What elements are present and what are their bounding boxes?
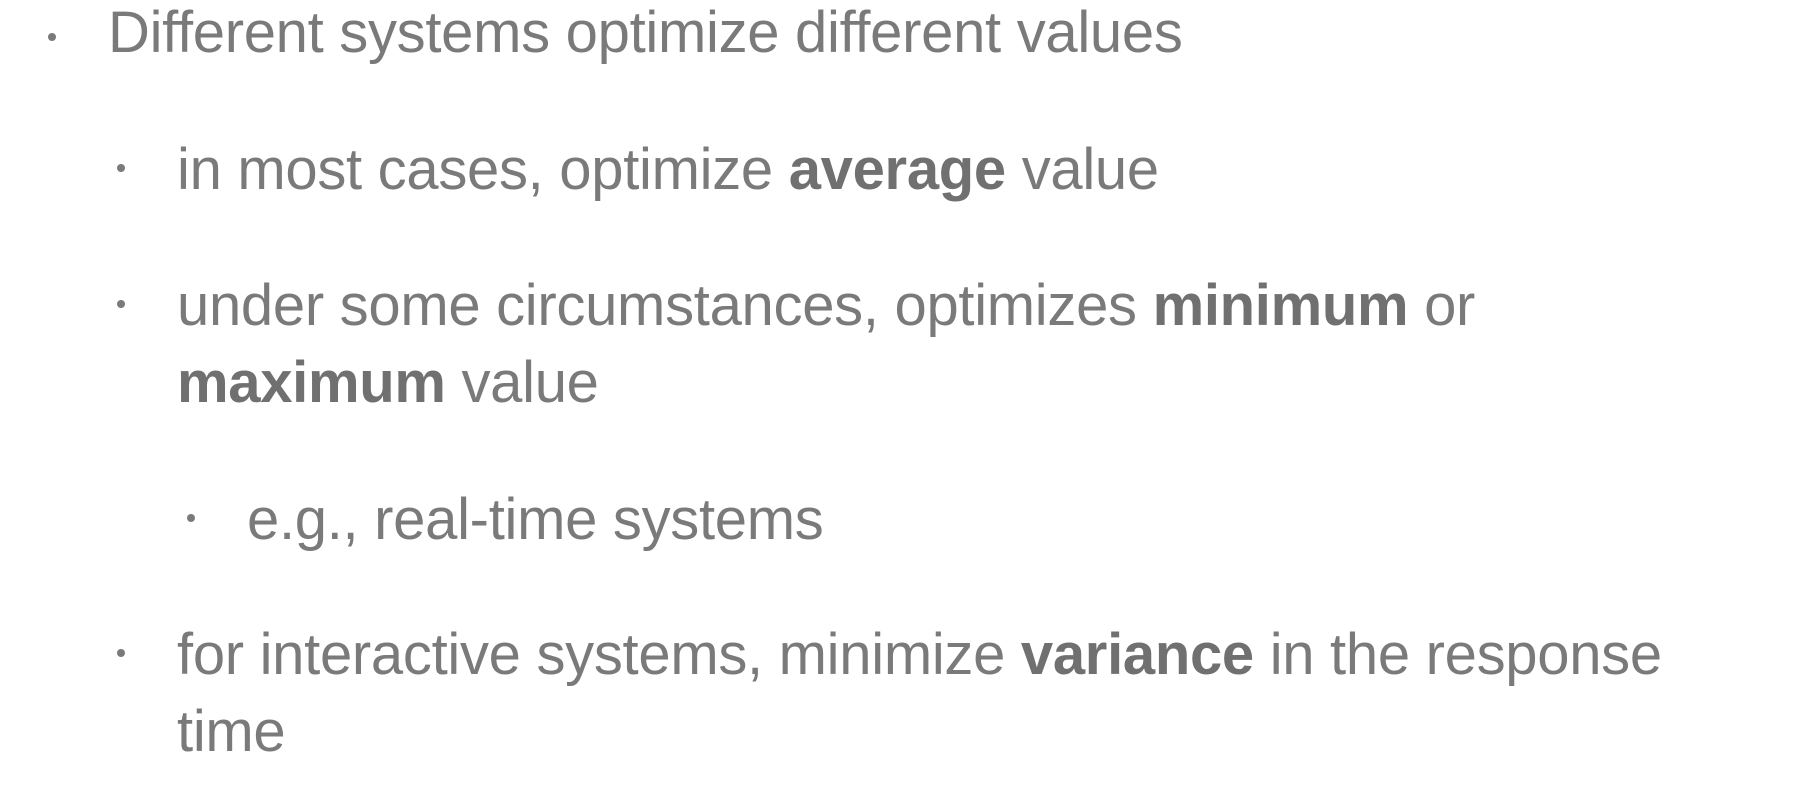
bullet-item-variance-line2: time [177, 693, 286, 771]
bullet-text-before: under some circumstances, optimizes [177, 273, 1153, 338]
bullet-item-average: in most cases, optimize average value [177, 131, 1159, 209]
bullet-text: Different systems optimize different val… [108, 0, 1183, 65]
bullet-bold-term: maximum [177, 350, 446, 415]
bullet-item-level3: e.g., real-time systems [247, 481, 824, 559]
bullet-text: e.g., real-time systems [247, 487, 824, 552]
bullet-item-level1: Different systems optimize different val… [108, 0, 1183, 72]
bullet-text-mid: or [1408, 273, 1476, 338]
bullet-dot [48, 33, 56, 41]
bullet-dot [117, 300, 125, 308]
bullet-text-after: value [1005, 137, 1159, 202]
bullet-item-minmax-line1: under some circumstances, optimizes mini… [177, 267, 1475, 345]
bullet-text-before: for interactive systems, minimize [177, 622, 1021, 687]
bullet-dot [117, 164, 125, 172]
bullet-dot [187, 514, 195, 522]
bullet-text-after: in the response [1253, 622, 1662, 687]
bullet-dot [117, 649, 125, 657]
bullet-bold-term: variance [1020, 622, 1254, 687]
bullet-bold-term: average [788, 137, 1006, 202]
bullet-text-before: in most cases, optimize [177, 137, 789, 202]
bullet-text-line2: time [177, 699, 286, 764]
bullet-bold-term: minimum [1152, 273, 1409, 338]
bullet-text-after: value [445, 350, 599, 415]
bullet-item-minmax-line2: maximum value [177, 344, 599, 422]
bullet-item-variance-line1: for interactive systems, minimize varian… [177, 616, 1662, 694]
